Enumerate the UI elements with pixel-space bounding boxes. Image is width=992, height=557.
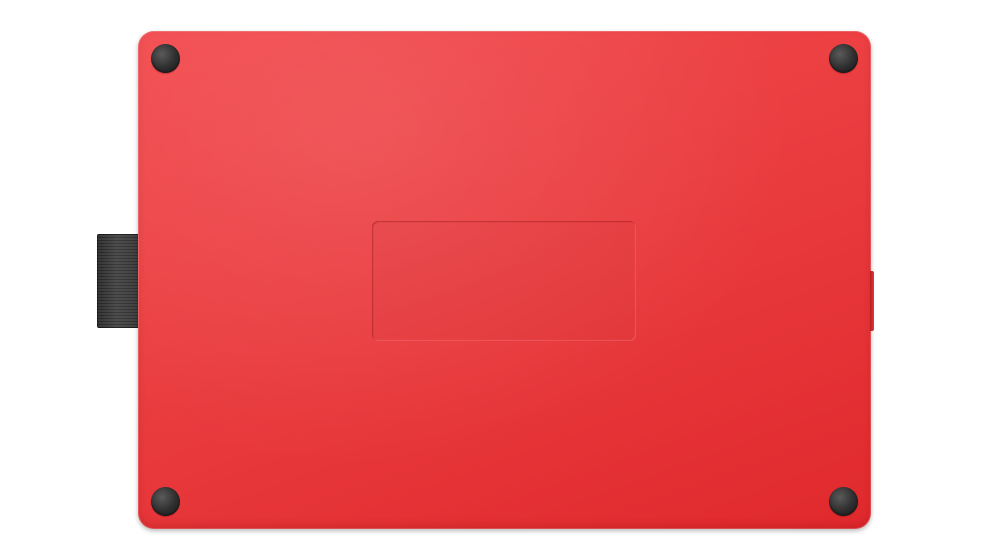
cable-clip [97,234,141,328]
photo-stage [0,0,992,557]
tablet-side-edge [870,271,874,331]
rubber-foot-top-left [151,44,180,73]
tablet-body [138,31,874,529]
label-recess [372,221,636,341]
rubber-foot-top-right [829,44,858,73]
rubber-foot-bottom-left [151,487,180,516]
rubber-foot-bottom-right [829,487,858,516]
